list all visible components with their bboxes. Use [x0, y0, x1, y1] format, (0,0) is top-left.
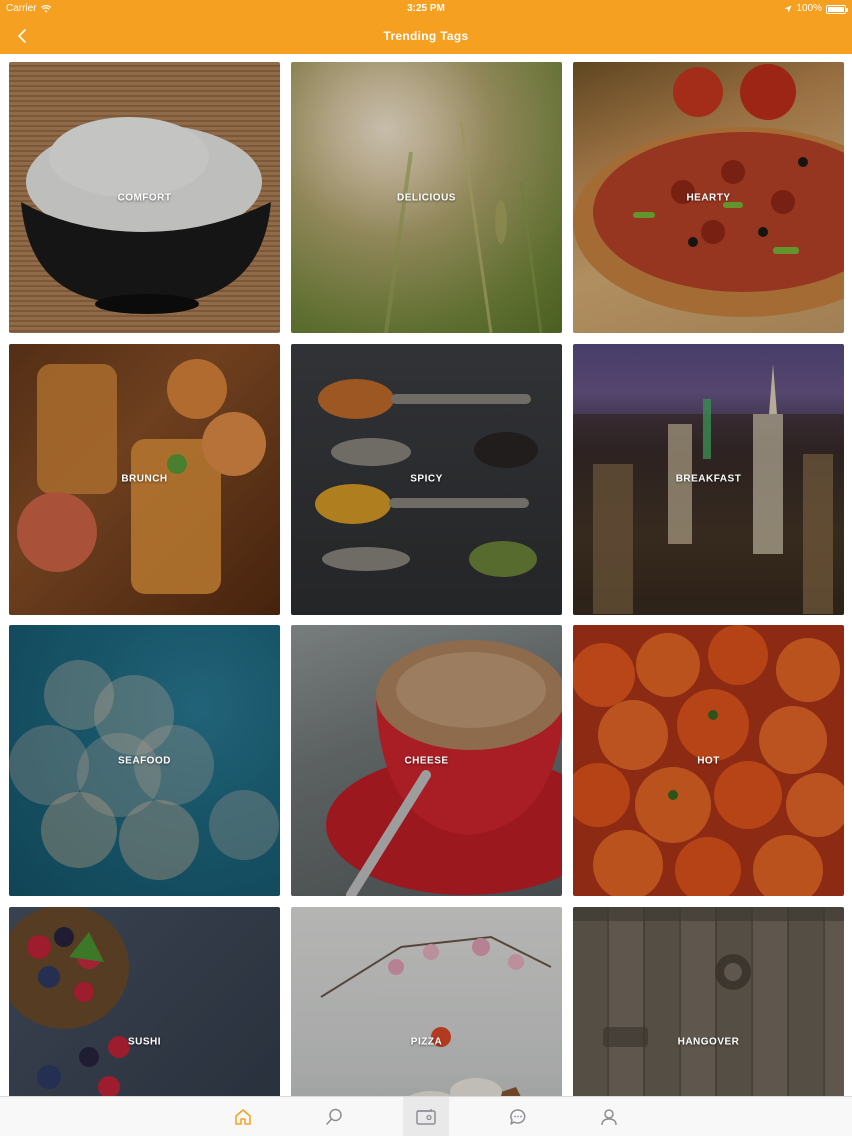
- tile-label: HANGOVER: [677, 1036, 740, 1048]
- tile-label: SUSHI: [127, 1036, 162, 1048]
- tile-label: CHEESE: [404, 755, 449, 766]
- tab-search[interactable]: [311, 1097, 357, 1136]
- tile-label: PIZZA: [410, 1036, 443, 1048]
- chat-icon: [510, 1109, 526, 1125]
- tile-label: SPICY: [410, 473, 443, 485]
- top-bar: Carrier 3:25 PM 100% Trending Tags: [0, 0, 852, 54]
- battery-icon: [826, 4, 848, 14]
- tag-tile-hot[interactable]: HOT: [573, 625, 844, 896]
- tag-tile-hangover[interactable]: HANGOVER: [573, 906, 844, 1096]
- battery-percent: 100%: [796, 3, 822, 14]
- location-arrow-icon: [784, 5, 792, 13]
- status-time: 3:25 PM: [407, 3, 445, 14]
- tags-grid: COMFORT DELICIOUS HEARTY BRUNCH SPICY BR…: [9, 62, 844, 1096]
- bottom-tab-bar: [0, 1096, 852, 1136]
- tile-label: HEARTY: [686, 192, 731, 203]
- profile-icon: [601, 1109, 617, 1126]
- tile-label: BREAKFAST: [675, 473, 742, 485]
- tile-label: DELICIOUS: [397, 192, 456, 203]
- tab-wallet[interactable]: [403, 1097, 449, 1136]
- chevron-left-icon: [18, 29, 26, 43]
- back-button[interactable]: [10, 24, 36, 48]
- tab-chat[interactable]: [495, 1097, 541, 1136]
- tag-tile-seafood[interactable]: SEAFOOD: [9, 625, 280, 896]
- search-icon: [326, 1108, 342, 1125]
- status-bar: Carrier 3:25 PM 100%: [0, 0, 852, 18]
- wallet-icon: [416, 1109, 436, 1125]
- page-title: Trending Tags: [383, 29, 469, 43]
- tag-tile-cheese[interactable]: CHEESE: [291, 625, 562, 896]
- tag-tile-hearty[interactable]: HEARTY: [573, 62, 844, 333]
- navigation-bar: Trending Tags: [0, 18, 852, 54]
- tab-home[interactable]: [220, 1097, 266, 1136]
- home-icon: [235, 1109, 251, 1125]
- tile-label: SEAFOOD: [118, 755, 171, 766]
- tag-tile-pizza[interactable]: PIZZA: [291, 906, 562, 1096]
- tag-tile-sushi[interactable]: SUSHI: [9, 906, 280, 1096]
- tile-label: BRUNCH: [121, 473, 168, 485]
- tile-label: HOT: [697, 755, 720, 766]
- tag-tile-delicious[interactable]: DELICIOUS: [291, 62, 562, 333]
- tag-tile-breakfast[interactable]: BREAKFAST: [573, 343, 844, 615]
- tag-tile-comfort[interactable]: COMFORT: [9, 62, 280, 333]
- tag-tile-brunch[interactable]: BRUNCH: [9, 343, 280, 615]
- tab-profile[interactable]: [586, 1097, 632, 1136]
- tag-tile-spicy[interactable]: SPICY: [291, 343, 562, 615]
- tile-label: COMFORT: [117, 192, 172, 203]
- battery-info: 100%: [784, 0, 848, 18]
